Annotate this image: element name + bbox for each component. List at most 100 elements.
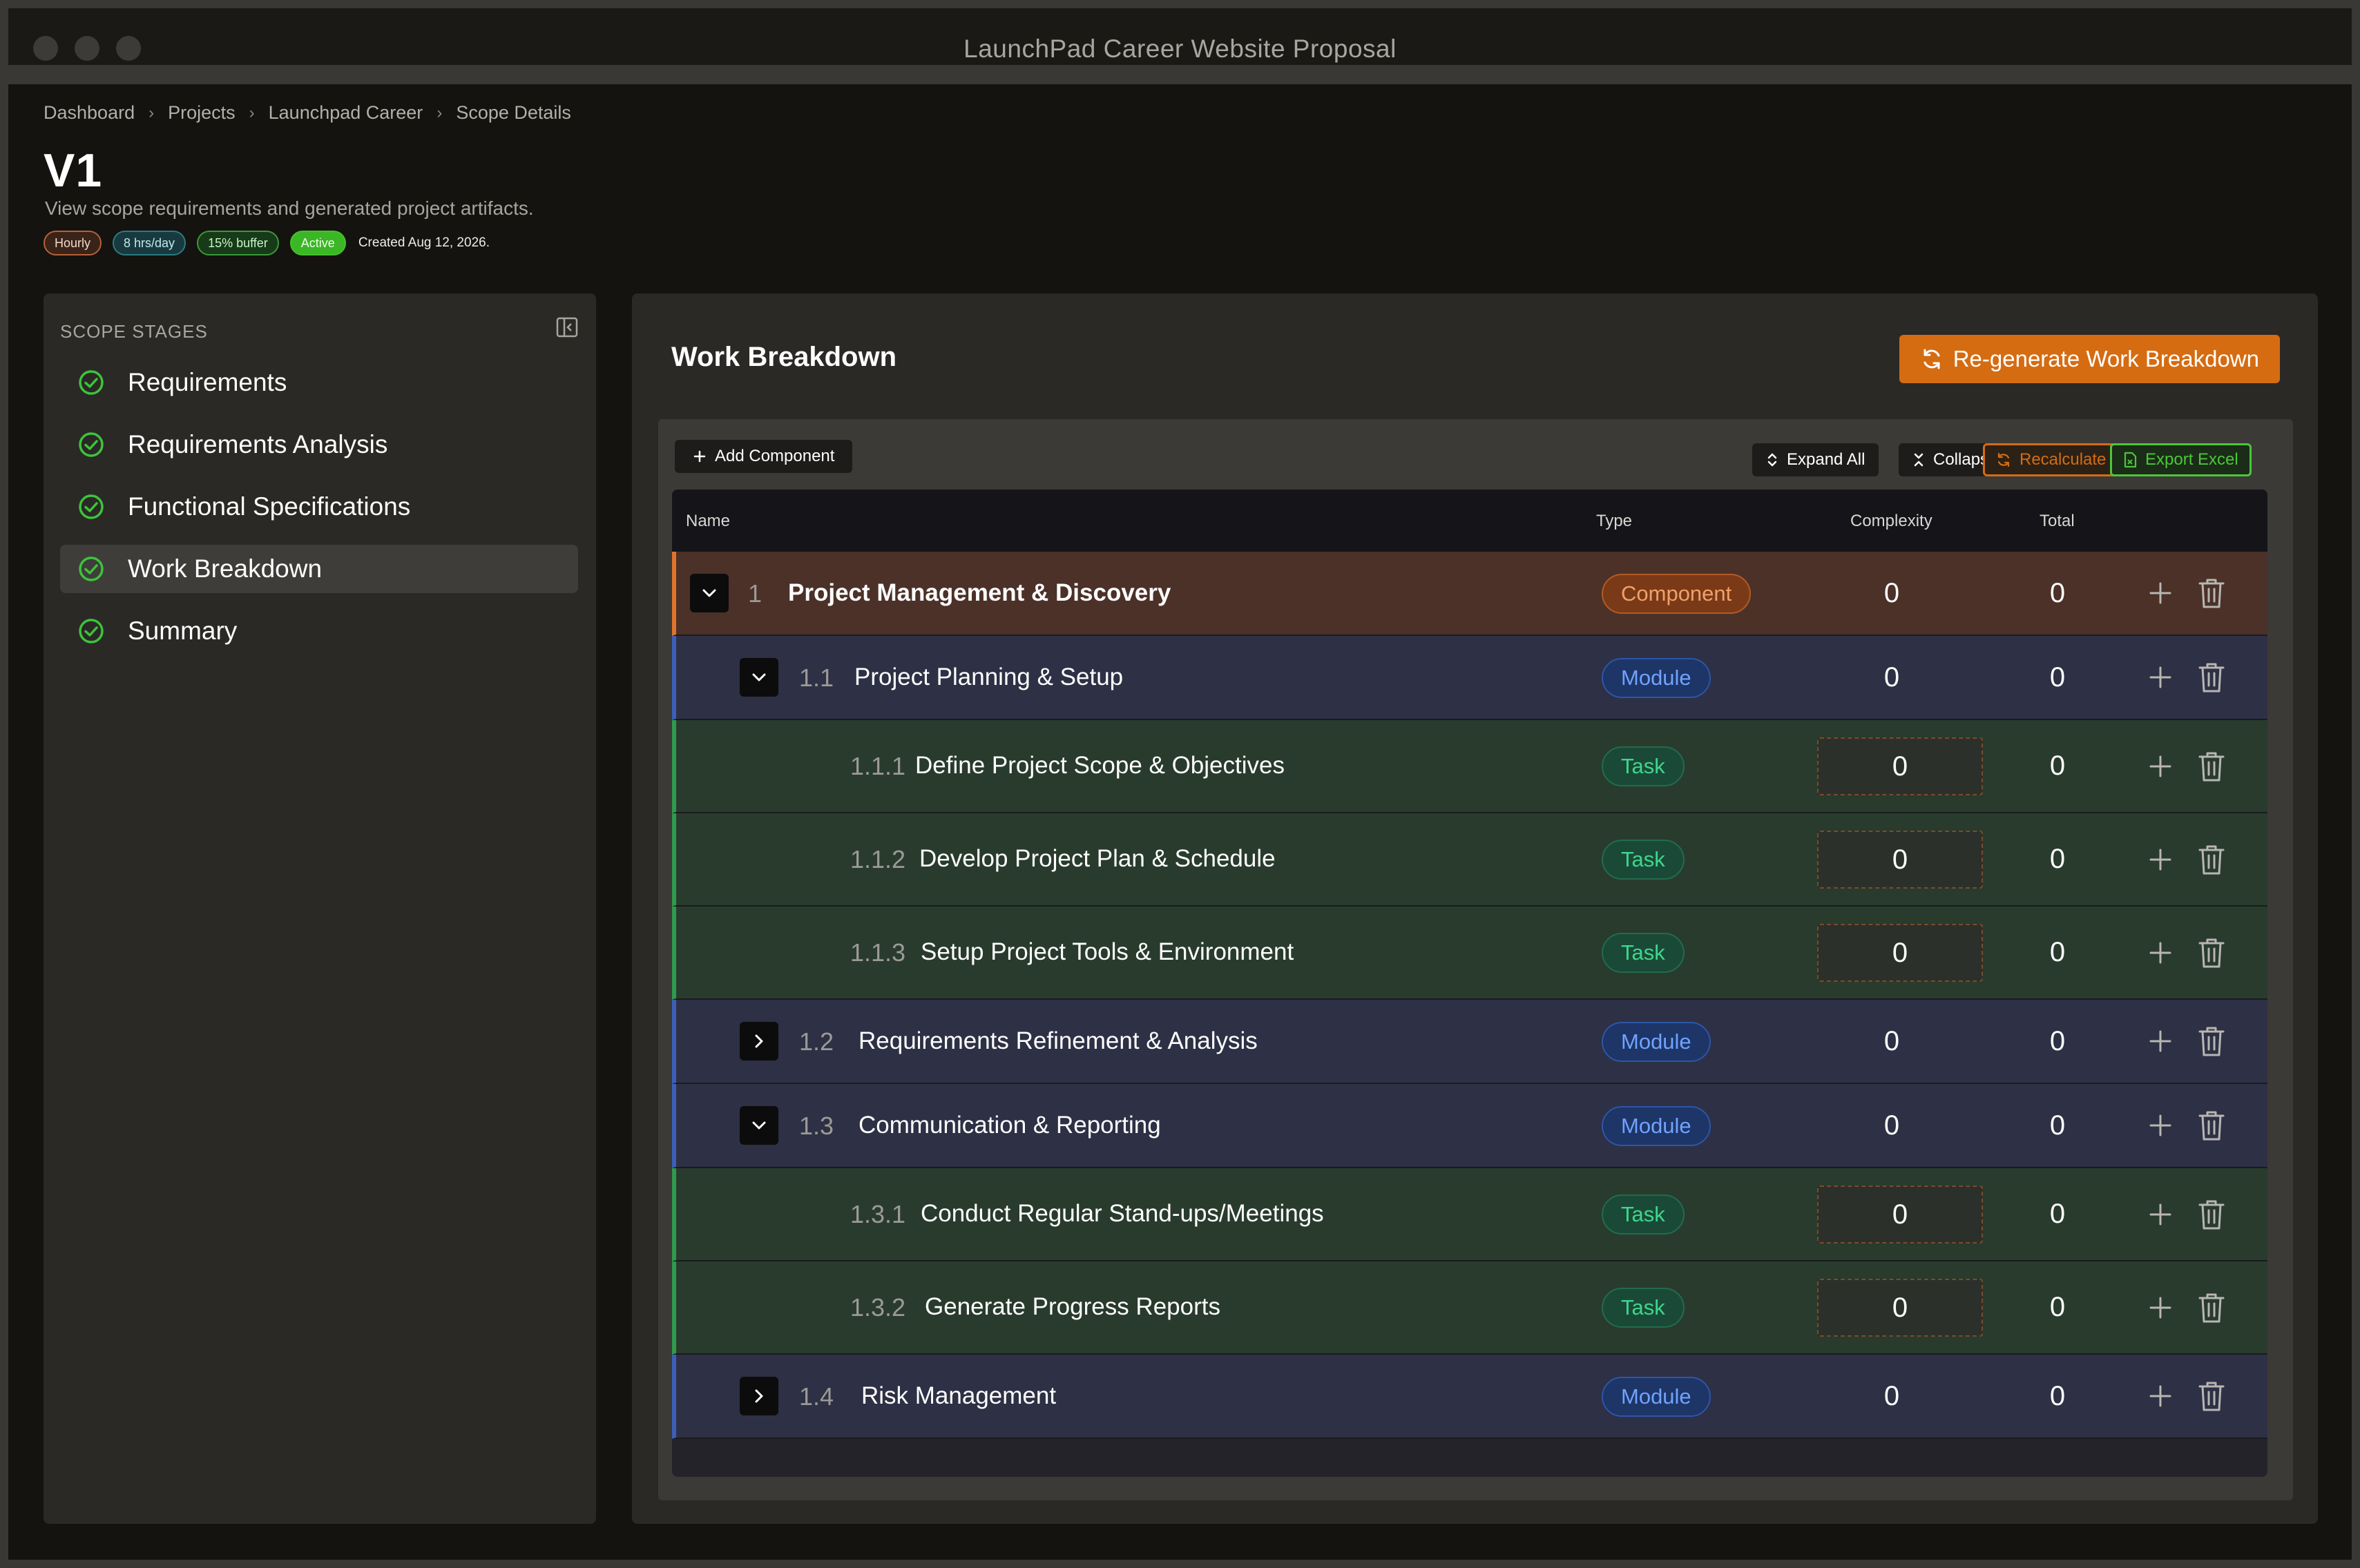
trash-icon[interactable] <box>2196 1291 2227 1324</box>
plus-icon[interactable] <box>2145 1293 2176 1323</box>
table-row: 1.1.3 Setup Project Tools & Environment … <box>672 907 2267 1000</box>
row-name[interactable]: Requirements Refinement & Analysis <box>858 1027 1258 1055</box>
complexity-input[interactable]: 0 <box>1817 924 1983 982</box>
stage-work-breakdown[interactable]: Work Breakdown <box>60 545 578 593</box>
export-excel-button[interactable]: Export Excel <box>2110 443 2252 476</box>
table-row: 1.3 Communication & Reporting Module 0 0 <box>672 1084 2267 1168</box>
table-row: 1.1 Project Planning & Setup Module 0 0 <box>672 636 2267 720</box>
row-name[interactable]: Generate Progress Reports <box>925 1293 1220 1321</box>
plus-icon[interactable] <box>2145 1381 2176 1411</box>
column-header-complexity[interactable]: Complexity <box>1850 512 1932 531</box>
complexity-input[interactable]: 0 <box>1817 737 1983 795</box>
plus-icon[interactable] <box>2145 1199 2176 1230</box>
collapse-icon <box>1914 453 1924 467</box>
sidebar-toggle-icon[interactable] <box>556 317 578 338</box>
chevron-down-icon <box>752 673 766 681</box>
plus-icon[interactable] <box>2145 751 2176 782</box>
table-row: 1.3.1 Conduct Regular Stand-ups/Meetings… <box>672 1168 2267 1261</box>
plus-icon[interactable] <box>2145 1026 2176 1056</box>
title-bar: LaunchPad Career Website Proposal <box>8 8 2352 75</box>
expand-all-button[interactable]: Expand All <box>1752 443 1879 476</box>
row-name[interactable]: Project Management & Discovery <box>788 579 1171 607</box>
collapse-row-button[interactable] <box>690 574 729 612</box>
chevron-down-icon <box>702 589 716 597</box>
breadcrumb-projects[interactable]: Projects <box>168 102 236 124</box>
recalculate-label: Recalculate <box>2020 450 2107 469</box>
row-number: 1.1 <box>799 664 834 692</box>
panel-title: Work Breakdown <box>671 342 896 372</box>
row-name[interactable]: Setup Project Tools & Environment <box>921 938 1294 966</box>
breadcrumb-dashboard[interactable]: Dashboard <box>44 102 135 124</box>
add-component-label: Add Component <box>715 447 835 465</box>
buffer-badge: 15% buffer <box>197 231 279 255</box>
column-header-total[interactable]: Total <box>2040 512 2075 531</box>
plus-icon[interactable] <box>2145 1110 2176 1141</box>
trash-icon[interactable] <box>2196 843 2227 876</box>
row-number: 1.1.1 <box>850 752 906 780</box>
column-header-name[interactable]: Name <box>686 512 730 531</box>
billing-badge: Hourly <box>44 231 102 255</box>
row-name[interactable]: Define Project Scope & Objectives <box>915 752 1285 780</box>
trash-icon[interactable] <box>2196 577 2227 610</box>
type-badge: Task <box>1602 933 1685 973</box>
total-value: 0 <box>2049 1026 2066 1056</box>
plus-icon[interactable] <box>2145 662 2176 693</box>
total-value: 0 <box>2049 844 2066 874</box>
expand-row-button[interactable] <box>740 1022 778 1061</box>
row-name[interactable]: Develop Project Plan & Schedule <box>919 845 1276 873</box>
total-value: 0 <box>2049 751 2066 781</box>
breadcrumb: Dashboard › Projects › Launchpad Career … <box>44 102 571 124</box>
scope-stages-sidebar: SCOPE STAGES Requirements Requirements A… <box>44 293 596 1524</box>
complexity-value: 0 <box>1883 578 1900 608</box>
stage-requirements-analysis[interactable]: Requirements Analysis <box>60 420 578 469</box>
complexity-value: 0 <box>1883 1381 1900 1411</box>
stage-functional-specifications[interactable]: Functional Specifications <box>60 483 578 531</box>
trash-icon[interactable] <box>2196 1380 2227 1413</box>
plus-icon[interactable] <box>2145 844 2176 875</box>
trash-icon[interactable] <box>2196 1025 2227 1058</box>
row-name[interactable]: Risk Management <box>861 1382 1056 1410</box>
collapse-row-button[interactable] <box>740 1106 778 1145</box>
trash-icon[interactable] <box>2196 1198 2227 1231</box>
complexity-value: 0 <box>1883 1026 1900 1056</box>
table-row: 1 Project Management & Discovery Compone… <box>672 552 2267 636</box>
trash-icon[interactable] <box>2196 936 2227 969</box>
type-badge: Task <box>1602 1194 1685 1235</box>
stage-requirements[interactable]: Requirements <box>60 358 578 407</box>
recalculate-button[interactable]: Recalculate <box>1983 443 2120 476</box>
complexity-input[interactable]: 0 <box>1817 1185 1983 1243</box>
row-name[interactable]: Conduct Regular Stand-ups/Meetings <box>921 1200 1324 1228</box>
content-area: Dashboard › Projects › Launchpad Career … <box>8 84 2352 1560</box>
badge-row: Hourly 8 hrs/day 15% buffer Active Creat… <box>44 231 490 255</box>
stage-summary[interactable]: Summary <box>60 607 578 655</box>
breadcrumb-current: Scope Details <box>456 102 571 123</box>
collapse-row-button[interactable] <box>740 658 778 697</box>
plus-icon[interactable] <box>2145 578 2176 608</box>
trash-icon[interactable] <box>2196 1109 2227 1142</box>
breadcrumb-separator-icon: › <box>436 103 443 122</box>
trash-icon[interactable] <box>2196 661 2227 694</box>
regenerate-button[interactable]: Re-generate Work Breakdown <box>1899 335 2280 383</box>
total-value: 0 <box>2049 937 2066 967</box>
row-name[interactable]: Project Planning & Setup <box>854 664 1123 691</box>
column-header-type[interactable]: Type <box>1596 512 1632 531</box>
stage-label: Summary <box>128 617 238 645</box>
trash-icon[interactable] <box>2196 750 2227 783</box>
type-badge: Component <box>1602 574 1752 614</box>
complexity-input[interactable]: 0 <box>1817 831 1983 889</box>
plus-icon[interactable] <box>2145 938 2176 968</box>
complexity-value: 0 <box>1883 662 1900 693</box>
add-component-button[interactable]: Add Component <box>675 440 853 473</box>
table-header: Name Type Complexity Total <box>672 490 2267 552</box>
check-circle-icon <box>79 370 104 395</box>
row-number: 1.1.3 <box>850 938 906 967</box>
chevron-right-icon <box>755 1034 763 1048</box>
breadcrumb-separator-icon: › <box>148 103 155 122</box>
complexity-input[interactable]: 0 <box>1817 1279 1983 1337</box>
work-breakdown-panel: Work Breakdown Re-generate Work Breakdow… <box>632 293 2318 1524</box>
row-name[interactable]: Communication & Reporting <box>858 1112 1161 1139</box>
page-title: V1 <box>44 144 103 197</box>
expand-row-button[interactable] <box>740 1377 778 1415</box>
breadcrumb-project[interactable]: Launchpad Career <box>269 102 423 124</box>
page-subtitle: View scope requirements and generated pr… <box>45 197 534 219</box>
